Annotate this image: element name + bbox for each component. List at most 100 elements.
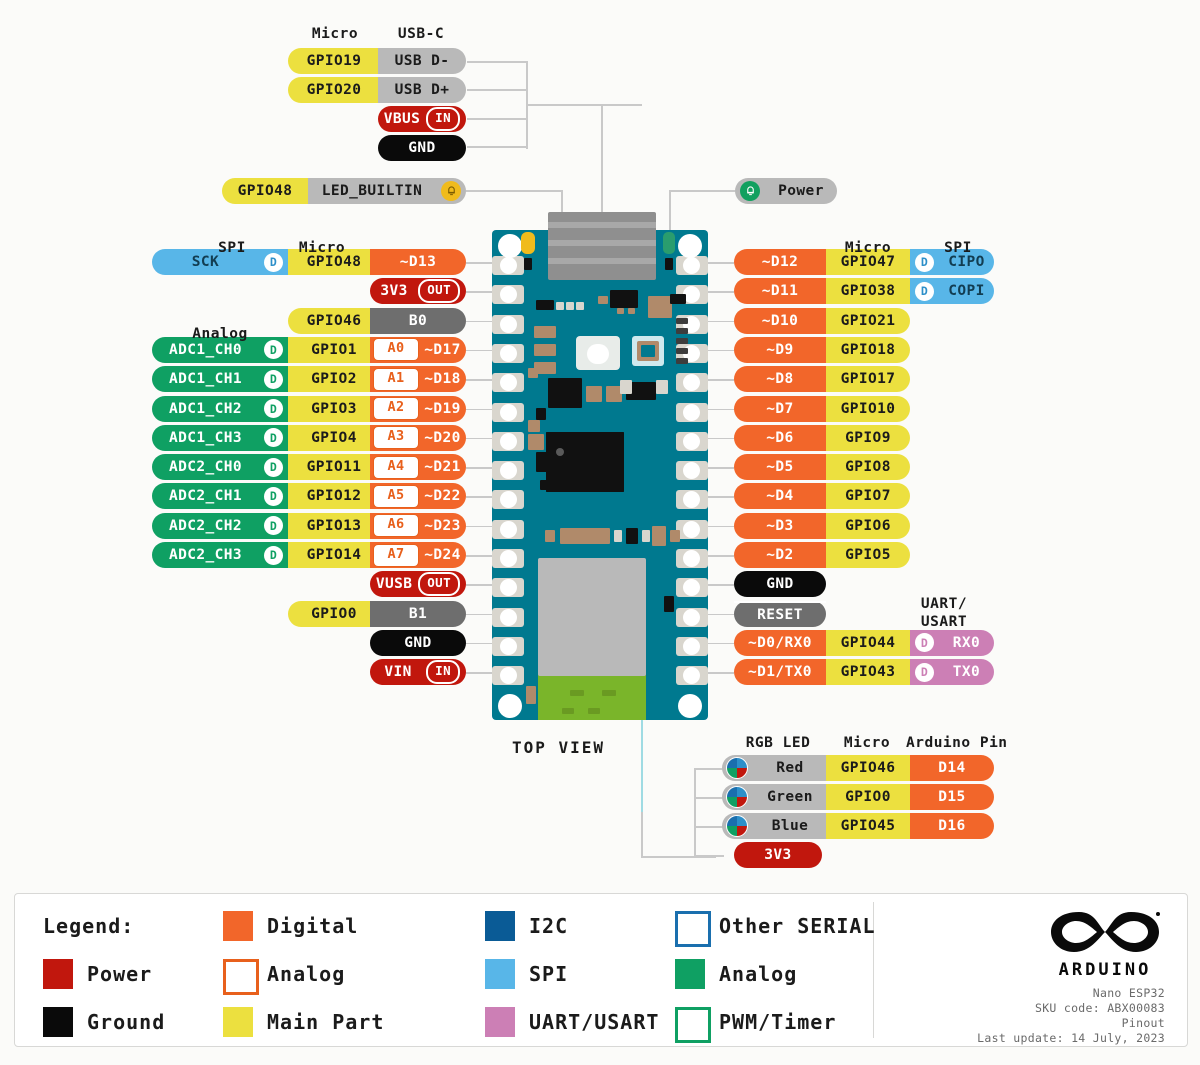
right-pin-label-12: RESET bbox=[734, 600, 826, 627]
digital-badge: D bbox=[264, 545, 283, 565]
right-micro-pill-14[interactable]: GPIO43 bbox=[826, 659, 910, 686]
right-func-pill-14[interactable]: D TX0 bbox=[910, 659, 994, 686]
right-micro-pill-6[interactable]: GPIO9 bbox=[826, 424, 910, 451]
usb-pin-pill-2[interactable]: VBUS IN bbox=[378, 106, 466, 132]
rgb-micro-pill-2[interactable]: GPIO45 bbox=[826, 813, 910, 839]
arduino-logo: ARDUINO bbox=[1045, 904, 1165, 980]
header-spi-right: SPI bbox=[944, 240, 972, 256]
usb-micro-pill-1[interactable]: GPIO20 bbox=[288, 77, 380, 103]
pad-hole-right bbox=[683, 608, 700, 626]
rgb-color-pill-2[interactable]: Blue bbox=[722, 813, 826, 839]
io-badge-out: OUT bbox=[418, 572, 460, 597]
analog-pin-box-5: A2 bbox=[373, 397, 419, 420]
rgb-led-icon bbox=[726, 786, 748, 808]
usb-shell-line bbox=[548, 222, 656, 228]
left-micro-pill-9[interactable]: GPIO13 bbox=[288, 512, 380, 539]
left-micro-pill-4[interactable]: GPIO2 bbox=[288, 366, 380, 393]
left-func-pill-6[interactable]: ADC1_CH3 D bbox=[152, 424, 288, 451]
right-micro-pill-13[interactable]: GPIO44 bbox=[826, 629, 910, 656]
left-pin-pill-14[interactable]: VIN IN bbox=[370, 659, 466, 686]
pad-hole-right bbox=[683, 550, 700, 567]
right-pin-pill-9[interactable]: ~D3 bbox=[734, 512, 826, 539]
right-func-pill-1[interactable]: D COPI bbox=[910, 278, 994, 305]
rgb-pin-pill-0[interactable]: D14 bbox=[910, 755, 994, 781]
right-pin-pill-12[interactable]: RESET bbox=[734, 600, 826, 627]
left-micro-pill-6[interactable]: GPIO4 bbox=[288, 424, 380, 451]
left-pin-pill-2[interactable]: B0 bbox=[370, 307, 466, 334]
right-func-pill-13[interactable]: D RX0 bbox=[910, 629, 994, 656]
left-pin-pill-3[interactable]: A0 ~D17 bbox=[370, 336, 466, 363]
right-pin-pill-2[interactable]: ~D10 bbox=[734, 307, 826, 334]
right-micro-pill-2[interactable]: GPIO21 bbox=[826, 307, 910, 334]
left-pin-pill-7[interactable]: A4 ~D21 bbox=[370, 454, 466, 481]
left-func-pill-4[interactable]: ADC1_CH1 D bbox=[152, 366, 288, 393]
left-pin-pill-8[interactable]: A5 ~D22 bbox=[370, 483, 466, 510]
right-pin-pill-1[interactable]: ~D11 bbox=[734, 278, 826, 305]
connector-line bbox=[641, 812, 643, 858]
legend-label-spi: SPI bbox=[529, 962, 569, 986]
right-micro-pill-8[interactable]: GPIO7 bbox=[826, 483, 910, 510]
right-pin-pill-11[interactable]: GND bbox=[734, 571, 826, 598]
power-led-label: Power bbox=[778, 183, 824, 199]
usb-pin-pill-3[interactable]: GND bbox=[378, 135, 466, 161]
left-micro-pill-7[interactable]: GPIO11 bbox=[288, 454, 380, 481]
rgb-power-pill[interactable]: 3V3 bbox=[734, 842, 822, 868]
right-pin-pill-8[interactable]: ~D4 bbox=[734, 483, 826, 510]
rgb-micro-pill-0[interactable]: GPIO46 bbox=[826, 755, 910, 781]
left-pin-pill-9[interactable]: A6 ~D23 bbox=[370, 512, 466, 539]
right-pin-pill-7[interactable]: ~D5 bbox=[734, 454, 826, 481]
left-pin-label-11: VUSB bbox=[375, 576, 413, 593]
right-micro-pill-4[interactable]: GPIO17 bbox=[826, 366, 910, 393]
ledbuiltin-pill[interactable]: LED_BUILTIN bbox=[308, 178, 466, 204]
usb-pin-pill-1[interactable]: USB D+ bbox=[378, 77, 466, 103]
ledbuiltin-micro-pill[interactable]: GPIO48 bbox=[222, 178, 308, 204]
right-pin-pill-4[interactable]: ~D8 bbox=[734, 366, 826, 393]
right-pin-pill-3[interactable]: ~D9 bbox=[734, 336, 826, 363]
right-pin-pill-6[interactable]: ~D6 bbox=[734, 424, 826, 451]
left-pin-pill-10[interactable]: A7 ~D24 bbox=[370, 542, 466, 568]
right-micro-pill-7[interactable]: GPIO8 bbox=[826, 454, 910, 481]
rgb-pin-pill-2[interactable]: D16 bbox=[910, 813, 994, 839]
left-micro-pill-10[interactable]: GPIO14 bbox=[288, 542, 380, 568]
left-micro-pill-12[interactable]: GPIO0 bbox=[288, 600, 380, 627]
left-micro-pill-5[interactable]: GPIO3 bbox=[288, 395, 380, 422]
left-pin-pill-5[interactable]: A2 ~D19 bbox=[370, 395, 466, 422]
right-micro-label-13: GPIO44 bbox=[840, 634, 896, 651]
left-pin-pill-11[interactable]: VUSB OUT bbox=[370, 571, 466, 598]
left-func-pill-5[interactable]: ADC1_CH2 D bbox=[152, 395, 288, 422]
left-func-label-9: ADC2_CH2 bbox=[168, 517, 243, 534]
smd-component bbox=[676, 358, 688, 364]
left-micro-pill-2[interactable]: GPIO46 bbox=[288, 307, 380, 334]
right-micro-pill-5[interactable]: GPIO10 bbox=[826, 395, 910, 422]
pad-hole-left bbox=[500, 403, 517, 421]
right-pin-pill-10[interactable]: ~D2 bbox=[734, 542, 826, 568]
left-func-pill-8[interactable]: ADC2_CH1 D bbox=[152, 483, 288, 510]
usb-micro-pill-0[interactable]: GPIO19 bbox=[288, 48, 380, 74]
rgb-color-pill-1[interactable]: Green bbox=[722, 784, 826, 810]
left-pin-pill-4[interactable]: A1 ~D18 bbox=[370, 366, 466, 393]
right-pin-pill-0[interactable]: ~D12 bbox=[734, 249, 826, 275]
smd-component bbox=[528, 434, 544, 450]
right-pin-pill-13[interactable]: ~D0/RX0 bbox=[734, 629, 826, 656]
left-pin-pill-13[interactable]: GND bbox=[370, 629, 466, 656]
right-micro-pill-9[interactable]: GPIO6 bbox=[826, 512, 910, 539]
left-pin-pill-0[interactable]: ~D13 bbox=[370, 249, 466, 275]
left-func-pill-7[interactable]: ADC2_CH0 D bbox=[152, 454, 288, 481]
rgb-pin-pill-1[interactable]: D15 bbox=[910, 784, 994, 810]
left-func-pill-9[interactable]: ADC2_CH2 D bbox=[152, 512, 288, 539]
right-pin-pill-14[interactable]: ~D1/TX0 bbox=[734, 659, 826, 686]
power-led-pill[interactable]: Power bbox=[735, 178, 837, 204]
right-micro-pill-1[interactable]: GPIO38 bbox=[826, 278, 910, 305]
left-pin-pill-6[interactable]: A3 ~D20 bbox=[370, 424, 466, 451]
rgb-micro-pill-1[interactable]: GPIO0 bbox=[826, 784, 910, 810]
rgb-color-pill-0[interactable]: Red bbox=[722, 755, 826, 781]
right-micro-pill-10[interactable]: GPIO5 bbox=[826, 542, 910, 568]
left-micro-pill-8[interactable]: GPIO12 bbox=[288, 483, 380, 510]
right-micro-pill-3[interactable]: GPIO18 bbox=[826, 336, 910, 363]
left-micro-pill-3[interactable]: GPIO1 bbox=[288, 336, 380, 363]
usb-pin-pill-0[interactable]: USB D- bbox=[378, 48, 466, 74]
left-pin-pill-12[interactable]: B1 bbox=[370, 600, 466, 627]
left-pin-pill-1[interactable]: 3V3 OUT bbox=[370, 278, 466, 305]
right-pin-pill-5[interactable]: ~D7 bbox=[734, 395, 826, 422]
left-func-pill-10[interactable]: ADC2_CH3 D bbox=[152, 542, 288, 568]
